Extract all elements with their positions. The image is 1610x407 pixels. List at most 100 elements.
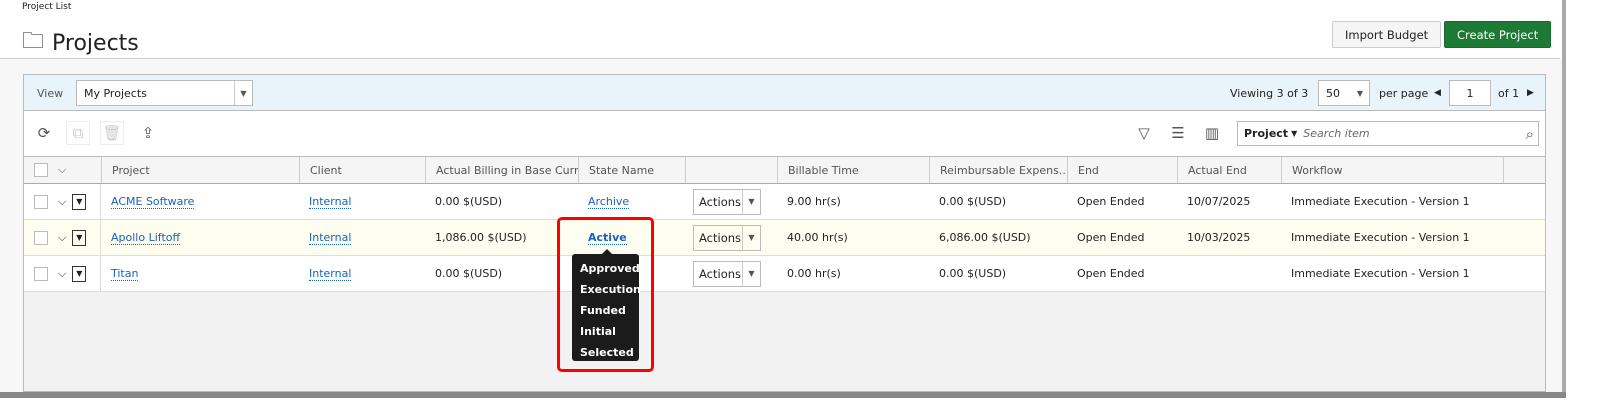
billable-cell: 40.00 hr(s) <box>787 231 848 244</box>
header-client[interactable]: Client <box>299 157 425 183</box>
state-link[interactable]: Archive <box>588 195 630 209</box>
view-select[interactable]: My Projects ▼ <box>76 80 253 106</box>
chevron-down-icon[interactable]: ⌵ <box>58 267 66 281</box>
import-budget-button[interactable]: Import Budget <box>1332 21 1442 48</box>
row-checkbox[interactable] <box>34 194 48 209</box>
end-cell: Open Ended <box>1077 231 1145 244</box>
scrollbar[interactable] <box>1562 0 1566 397</box>
chevron-down-icon[interactable]: ⌵ <box>58 195 66 209</box>
view-bar: View My Projects ▼ Viewing 3 of 3 50 ▼ per… <box>24 75 1545 111</box>
header-select: ⌵ <box>24 157 101 183</box>
header-end[interactable]: End <box>1067 157 1177 183</box>
breadcrumb: Project List <box>22 2 72 12</box>
actual-end-cell: 10/03/2025 <box>1187 231 1251 244</box>
table-row[interactable]: ⌵ ▼ Apollo Liftoff Internal 1,086.00 $(US… <box>24 220 1545 256</box>
chevron-down-icon: ▼ <box>742 189 760 214</box>
actions-label: Actions <box>699 266 742 281</box>
search-icon[interactable]: ⌕ <box>1526 125 1534 143</box>
table-header: ⌵ Project Client Actual Billing in Base … <box>24 156 1545 184</box>
search-field-select[interactable]: Project <box>1244 127 1288 140</box>
columns-icon[interactable]: ▥ <box>1200 121 1224 145</box>
table-row[interactable]: ⌵▼ Titan Internal 0.00 $(USD) Active Act… <box>24 256 1545 292</box>
filter-icon[interactable]: ▽ <box>1132 121 1156 145</box>
project-link[interactable]: Titan <box>111 267 139 281</box>
next-page-icon[interactable]: ▶ <box>1527 88 1534 98</box>
project-grid-panel: View My Projects ▼ Viewing 3 of 3 50 ▼ per… <box>23 74 1546 392</box>
select-all-checkbox[interactable] <box>34 163 48 177</box>
page-of-label: of 1 <box>1498 87 1520 100</box>
row-menu-icon[interactable]: ▼ <box>72 193 87 210</box>
chevron-down-icon: ▼ <box>742 225 760 250</box>
per-page-value: 50 <box>1326 86 1340 100</box>
client-link[interactable]: Internal <box>309 231 352 245</box>
header-billable[interactable]: Billable Time <box>777 157 929 183</box>
workflow-cell: Immediate Execution - Version 1 <box>1291 231 1470 244</box>
row-checkbox[interactable] <box>34 230 48 245</box>
actions-dropdown[interactable]: Actions ▼ <box>693 188 761 215</box>
header-actions <box>685 157 777 183</box>
project-table: ⌵ Project Client Actual Billing in Base … <box>24 156 1545 292</box>
chevron-down-icon[interactable]: ⌵ <box>58 163 66 177</box>
row-select: ⌵ ▼ <box>24 220 101 255</box>
header-state[interactable]: State Name <box>578 157 685 183</box>
header-billing[interactable]: Actual Billing in Base Curr. <box>425 157 578 183</box>
billing-cell: 0.00 $(USD) <box>435 195 503 208</box>
folder-icon: 🗀 <box>22 29 45 54</box>
prev-page-icon[interactable]: ◀ <box>1434 88 1441 98</box>
table-row[interactable]: ⌵ ▼ ACME Software Internal 0.00 $(USD) Ar… <box>24 184 1545 220</box>
chevron-down-icon[interactable]: ⌵ <box>58 231 66 245</box>
per-page-label: per page <box>1379 87 1429 100</box>
toolbar: ⟳ ⧉ 🗑 ⇪ ▽ ☰ ▥ Project ▼ Search item ⌕ <box>24 111 1545 156</box>
chevron-down-icon: ▼ <box>1356 88 1364 98</box>
view-value: My Projects <box>84 86 147 100</box>
export-icon[interactable]: ⇪ <box>136 121 160 145</box>
row-menu-icon[interactable]: ▼ <box>72 265 87 282</box>
delete-icon[interactable]: 🗑 <box>100 121 124 145</box>
project-link[interactable]: Apollo Liftoff <box>111 231 181 245</box>
reimbursable-cell: 0.00 $(USD) <box>939 195 1007 208</box>
reimbursable-cell: 0.00 $(USD) <box>939 267 1007 280</box>
billing-cell: 0.00 $(USD) <box>435 267 503 280</box>
refresh-icon[interactable]: ⟳ <box>32 121 56 145</box>
group-rows-icon[interactable]: ☰ <box>1166 121 1190 145</box>
client-link[interactable]: Internal <box>309 195 352 209</box>
actions-dropdown[interactable]: Actions ▼ <box>693 260 761 287</box>
highlight-box <box>557 217 654 372</box>
workflow-cell: Immediate Execution - Version 1 <box>1291 195 1470 208</box>
end-cell: Open Ended <box>1077 267 1145 280</box>
search-input[interactable]: Search item <box>1303 127 1369 140</box>
row-menu-icon[interactable]: ▼ <box>72 229 87 246</box>
page-title: 🗀 Projects <box>22 24 139 62</box>
client-link[interactable]: Internal <box>309 267 352 281</box>
actions-label: Actions <box>699 194 742 209</box>
header-project[interactable]: Project <box>101 157 299 183</box>
header-actual-end[interactable]: Actual End <box>1177 157 1281 183</box>
row-select: ⌵ ▼ <box>24 184 101 219</box>
actual-end-cell <box>1177 256 1281 291</box>
end-cell: Open Ended <box>1077 195 1145 208</box>
billing-cell: 1,086.00 $(USD) <box>435 231 527 244</box>
copy-icon[interactable]: ⧉ <box>66 121 90 145</box>
reimbursable-cell: 6,086.00 $(USD) <box>939 231 1031 244</box>
chevron-down-icon: ▼ <box>234 81 252 105</box>
billable-cell: 0.00 hr(s) <box>787 267 841 280</box>
header-workflow[interactable]: Workflow <box>1281 157 1503 183</box>
actions-dropdown[interactable]: Actions ▼ <box>693 224 761 251</box>
header-reimbursable[interactable]: Reimbursable Expens... <box>929 157 1067 183</box>
workflow-cell: Immediate Execution - Version 1 <box>1291 267 1470 280</box>
actual-end-cell: 10/07/2025 <box>1187 195 1251 208</box>
per-page-select[interactable]: 50 ▼ <box>1318 80 1370 106</box>
search-box[interactable]: Project ▼ Search item ⌕ <box>1237 121 1539 146</box>
view-label: View <box>37 87 64 100</box>
bottom-border <box>0 392 1566 398</box>
row-checkbox[interactable] <box>34 266 48 281</box>
project-link[interactable]: ACME Software <box>111 195 195 209</box>
page-input[interactable]: 1 <box>1449 80 1491 106</box>
viewing-label: Viewing 3 of 3 <box>1230 87 1309 100</box>
page-title-text: Projects <box>52 30 139 56</box>
chevron-down-icon: ▼ <box>1291 129 1298 138</box>
chevron-down-icon: ▼ <box>742 261 760 286</box>
create-project-button[interactable]: Create Project <box>1444 21 1552 48</box>
billable-cell: 9.00 hr(s) <box>787 195 841 208</box>
actions-label: Actions <box>699 230 742 245</box>
